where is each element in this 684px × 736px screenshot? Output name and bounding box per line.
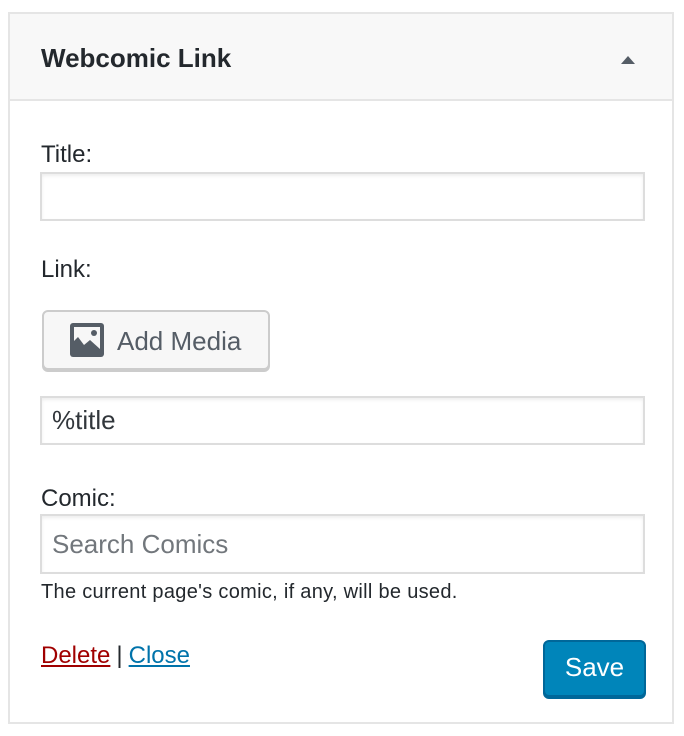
widget-title: Webcomic Link [41,43,232,73]
delete-link[interactable]: Delete [41,642,110,669]
save-button[interactable]: Save [543,640,646,697]
link-label: Link: [41,256,92,283]
comic-hint-text: The current page's comic, if any, will b… [41,581,458,603]
action-separator: | [116,642,123,669]
add-media-button[interactable]: Add Media [42,310,270,370]
title-label: Title: [41,141,93,168]
widget-header[interactable]: Webcomic Link [10,14,672,101]
media-image-icon [70,323,104,357]
close-link[interactable]: Close [129,642,190,669]
widget-panel: Webcomic Link Title: Link: Add Media Com… [8,12,674,724]
title-input[interactable] [40,172,645,221]
comic-label: Comic: [41,485,116,512]
link-text-input[interactable] [40,396,645,445]
arrow-up-icon [608,39,648,79]
widget-actions: Delete | Close [41,642,190,670]
add-media-label: Add Media [117,326,242,356]
toggle-button[interactable] [608,39,648,79]
comic-search-input[interactable] [40,514,645,574]
